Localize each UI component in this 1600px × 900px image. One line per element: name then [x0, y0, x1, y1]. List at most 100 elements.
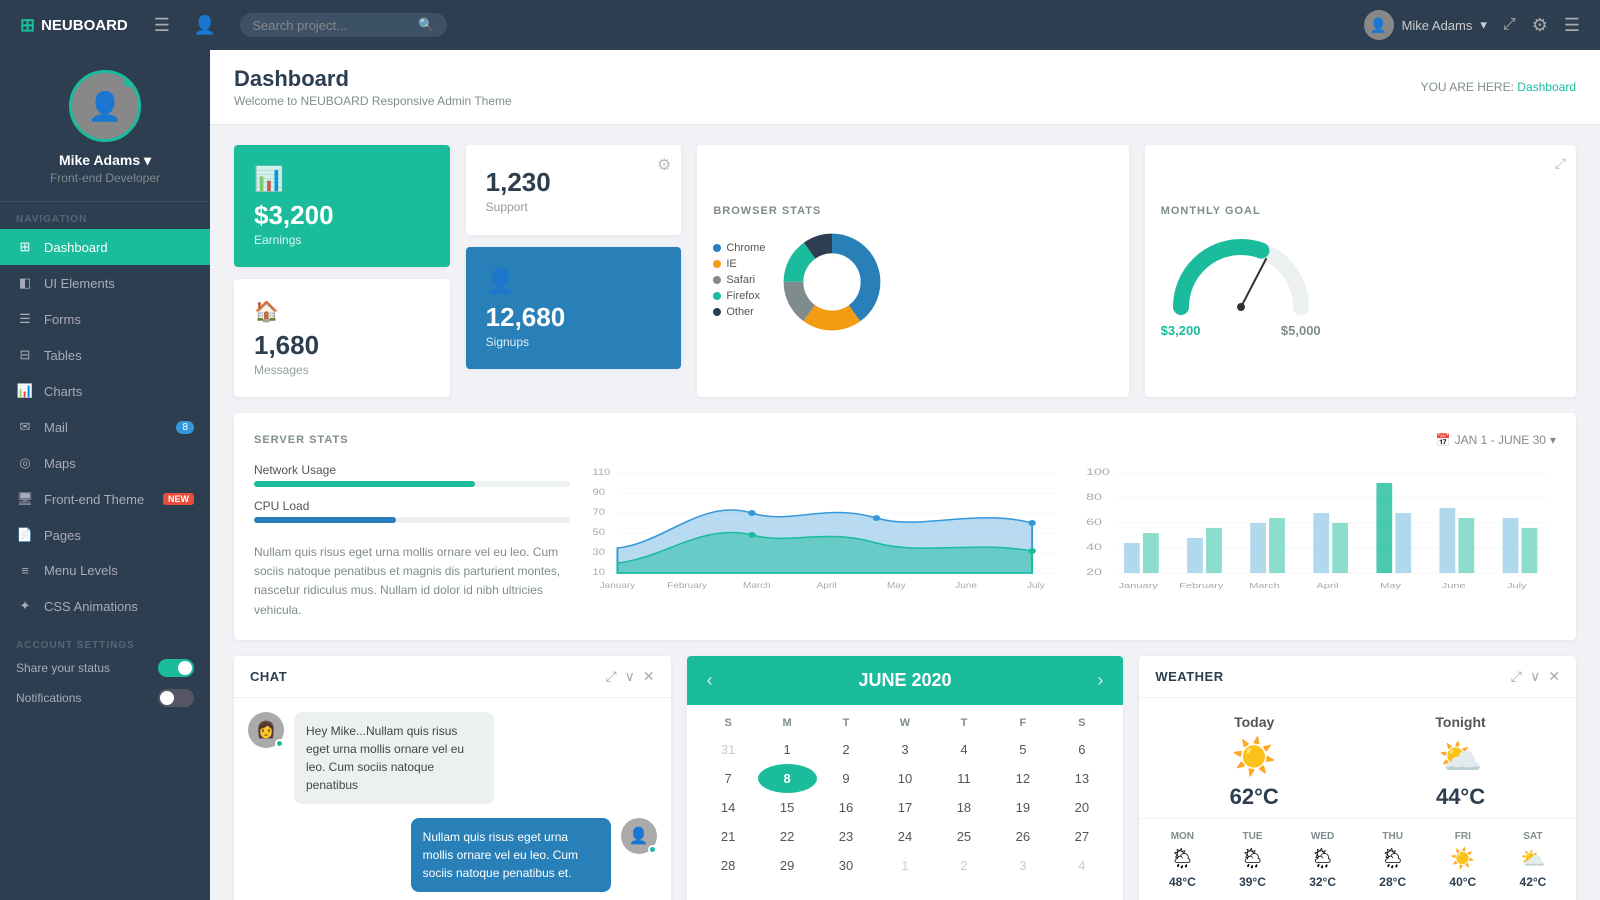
- weather-expand-icon[interactable]: ⤢: [1511, 668, 1522, 685]
- search-input[interactable]: [252, 18, 412, 33]
- cal-day-23[interactable]: 23: [817, 822, 876, 851]
- cal-day-13[interactable]: 13: [1052, 764, 1111, 793]
- cal-day-11[interactable]: 11: [934, 764, 993, 793]
- layout: 👤 Mike Adams ▾ Front-end Developer NAVIG…: [0, 50, 1600, 900]
- sidebar-item-ui-elements[interactable]: ◧ UI Elements: [0, 265, 210, 301]
- sidebar-item-forms[interactable]: ☰ Forms: [0, 301, 210, 337]
- sidebar-label-pages: Pages: [44, 528, 194, 543]
- network-usage-row: Network Usage: [254, 463, 570, 487]
- cal-next-button[interactable]: ›: [1097, 670, 1103, 691]
- cal-day-31[interactable]: 31: [699, 735, 758, 764]
- cal-day-26[interactable]: 26: [993, 822, 1052, 851]
- chat-expand-icon[interactable]: ⤢: [605, 668, 616, 685]
- cal-day-n4[interactable]: 4: [1052, 851, 1111, 880]
- cal-day-19[interactable]: 19: [993, 793, 1052, 822]
- cal-day-21[interactable]: 21: [699, 822, 758, 851]
- cal-day-n2[interactable]: 2: [934, 851, 993, 880]
- browser-stats-inner: Chrome IE Safari: [713, 227, 887, 337]
- cal-day-27[interactable]: 27: [1052, 822, 1111, 851]
- dashboard-icon: ⊞: [16, 239, 34, 255]
- svg-text:May: May: [1380, 582, 1401, 590]
- share-status-toggle[interactable]: [158, 659, 194, 677]
- cal-day-29[interactable]: 29: [758, 851, 817, 880]
- sidebar-item-tables[interactable]: ⊟ Tables: [0, 337, 210, 373]
- chat-messages: 👩 Hey Mike...Nullam quis risus eget urna…: [234, 698, 671, 900]
- cal-day-7[interactable]: 7: [699, 764, 758, 793]
- chat-message-1: 👩 Hey Mike...Nullam quis risus eget urna…: [248, 712, 657, 804]
- weather-tue: TUE 🌦 39°C: [1239, 831, 1266, 889]
- svg-text:January: January: [1118, 582, 1158, 590]
- sidebar-user-name[interactable]: Mike Adams ▾: [59, 152, 151, 169]
- cal-day-6[interactable]: 6: [1052, 735, 1111, 764]
- gear-icon[interactable]: ⚙: [657, 155, 671, 175]
- notifications-toggle[interactable]: [158, 689, 194, 707]
- cal-day-15[interactable]: 15: [758, 793, 817, 822]
- svg-text:May: May: [886, 581, 905, 590]
- cal-day-10[interactable]: 10: [876, 764, 935, 793]
- cal-day-12[interactable]: 12: [993, 764, 1052, 793]
- menu-icon-top[interactable]: ☰: [1564, 15, 1580, 36]
- chat-close-icon[interactable]: ✕: [643, 668, 655, 685]
- earnings-label: Earnings: [254, 233, 301, 247]
- sidebar-item-mail[interactable]: ✉ Mail 8: [0, 409, 210, 445]
- svg-text:June: June: [1441, 582, 1465, 590]
- expand-icon[interactable]: ⤢: [1503, 16, 1516, 34]
- weather-wed-temp: 32°C: [1309, 875, 1336, 889]
- cal-day-24[interactable]: 24: [876, 822, 935, 851]
- sidebar-item-dashboard[interactable]: ⊞ Dashboard: [0, 229, 210, 265]
- cal-day-n1[interactable]: 1: [876, 851, 935, 880]
- sidebar-label-tables: Tables: [44, 348, 194, 363]
- sidebar-item-frontend-theme[interactable]: 🖥 Front-end Theme NEW: [0, 481, 210, 517]
- browser-stats-title: BROWSER STATS: [713, 205, 821, 217]
- cal-day-8[interactable]: 8: [758, 764, 817, 793]
- weather-sat: SAT ⛅ 42°C: [1520, 831, 1547, 889]
- cal-day-28[interactable]: 28: [699, 851, 758, 880]
- sidebar-user: 👤 Mike Adams ▾ Front-end Developer: [0, 50, 210, 202]
- signups-icon: 👤: [486, 267, 516, 296]
- sidebar-item-maps[interactable]: ◎ Maps: [0, 445, 210, 481]
- date-dropdown-icon[interactable]: ▾: [1550, 433, 1556, 447]
- cal-day-16[interactable]: 16: [817, 793, 876, 822]
- cal-day-20[interactable]: 20: [1052, 793, 1111, 822]
- weather-collapse-icon[interactable]: ∨: [1530, 668, 1540, 685]
- chat-collapse-icon[interactable]: ∨: [625, 668, 635, 685]
- sidebar-item-pages[interactable]: 📄 Pages: [0, 517, 210, 553]
- cal-day-4[interactable]: 4: [934, 735, 993, 764]
- cal-prev-button[interactable]: ‹: [707, 670, 713, 691]
- cal-day-n3[interactable]: 3: [993, 851, 1052, 880]
- gauge-current: $3,200: [1161, 323, 1201, 338]
- cal-day-9[interactable]: 9: [817, 764, 876, 793]
- sidebar-label-forms: Forms: [44, 312, 194, 327]
- user-avatar-wrap[interactable]: 👤 Mike Adams ▾: [1364, 10, 1487, 40]
- cal-day-5[interactable]: 5: [993, 735, 1052, 764]
- sidebar-item-menu-levels[interactable]: ≡ Menu Levels: [0, 553, 210, 588]
- cal-day-3[interactable]: 3: [876, 735, 935, 764]
- bottom-row: CHAT ⤢ ∨ ✕ 👩 Hey Mi: [234, 656, 1576, 900]
- calendar-header: ‹ JUNE 2020 ›: [687, 656, 1124, 705]
- svg-text:July: July: [1507, 582, 1527, 590]
- cal-day-18[interactable]: 18: [934, 793, 993, 822]
- settings-icon-top[interactable]: ⚙: [1532, 15, 1548, 36]
- cal-day-17[interactable]: 17: [876, 793, 935, 822]
- hamburger-icon[interactable]: ☰: [154, 15, 170, 36]
- sidebar-item-charts[interactable]: 📊 Charts: [0, 373, 210, 409]
- cal-day-25[interactable]: 25: [934, 822, 993, 851]
- app-logo: ⊞ NEUBOARD: [20, 15, 128, 36]
- expand-monthly-icon[interactable]: ⤢: [1555, 155, 1566, 172]
- cal-day-1[interactable]: 1: [758, 735, 817, 764]
- cal-day-22[interactable]: 22: [758, 822, 817, 851]
- cpu-load-track: [254, 517, 570, 523]
- ie-dot: [713, 260, 721, 268]
- earnings-card: 📊 $3,200 Earnings: [234, 145, 450, 267]
- sidebar-label-dashboard: Dashboard: [44, 240, 194, 255]
- sidebar-item-css-animations[interactable]: ✦ CSS Animations: [0, 588, 210, 624]
- cal-day-14[interactable]: 14: [699, 793, 758, 822]
- other-avatar-dot: [275, 739, 284, 748]
- user-icon-top[interactable]: 👤: [194, 15, 216, 36]
- svg-text:April: April: [1316, 582, 1338, 590]
- cal-day-2[interactable]: 2: [817, 735, 876, 764]
- weather-close-icon[interactable]: ✕: [1548, 668, 1560, 685]
- weather-thu: THU 🌦 28°C: [1379, 831, 1406, 889]
- svg-text:January: January: [599, 581, 635, 590]
- cal-day-30[interactable]: 30: [817, 851, 876, 880]
